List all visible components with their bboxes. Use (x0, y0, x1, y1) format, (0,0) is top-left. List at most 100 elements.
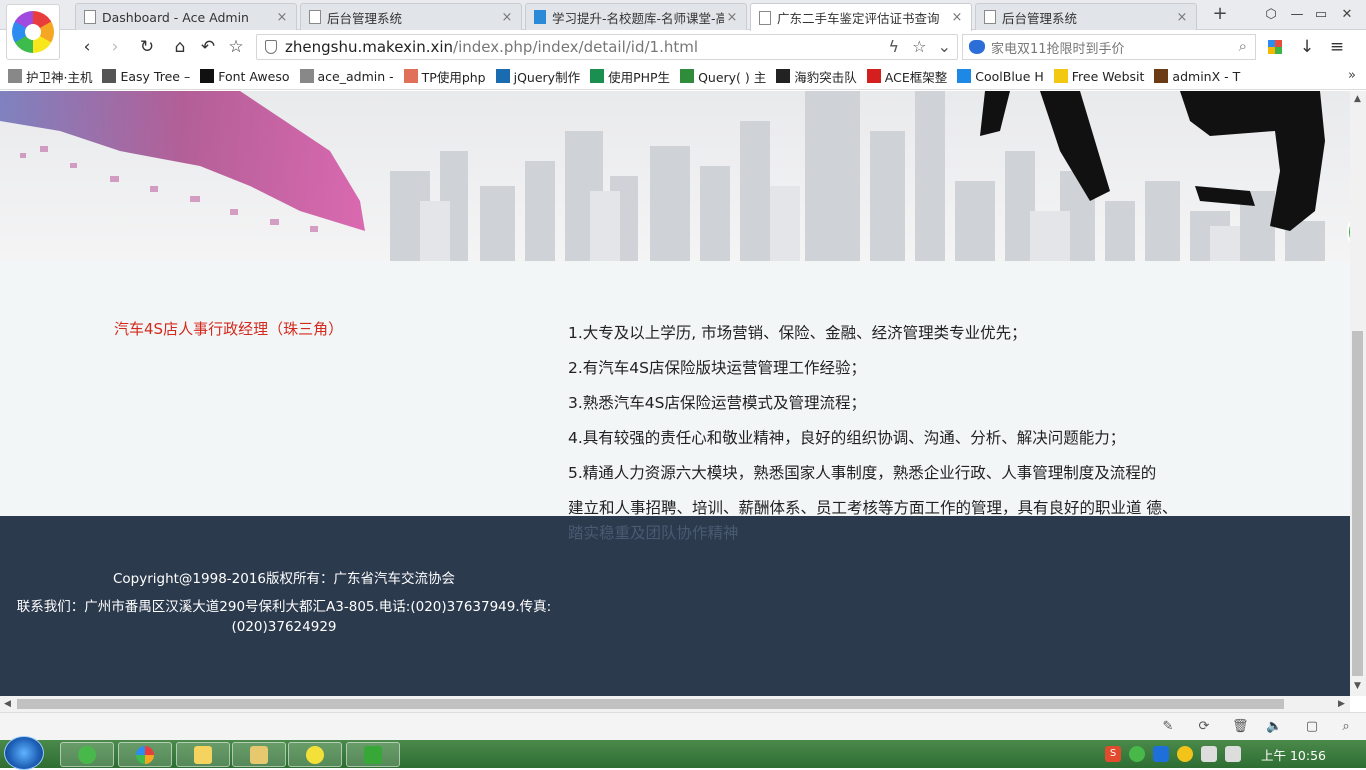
security-tray-icon[interactable] (1177, 746, 1193, 762)
new-tab-button[interactable]: + (1211, 4, 1229, 24)
taskbar-notepad[interactable] (176, 742, 230, 767)
jp-icon (102, 69, 117, 83)
zoom-icon[interactable]: ⌕ (1338, 719, 1354, 735)
bookmark-item[interactable]: adminX - T (1154, 69, 1240, 84)
vertical-scroll-thumb[interactable] (1352, 331, 1363, 676)
taskbar-browser[interactable] (118, 742, 172, 767)
contact-info: 联系我们：广州市番禺区汉溪大道290号保利大都汇A3-805.电话:(020)3… (16, 599, 552, 635)
bookmark-item[interactable]: ACE框架整 (866, 67, 947, 86)
close-icon[interactable]: × (499, 10, 515, 25)
requirements-list: 1.大专及以上学历, 市场营销、保险、金融、经济管理类专业优先； 2.有汽车4S… (568, 316, 1288, 526)
bookmark-item[interactable]: CoolBlue H (957, 69, 1044, 84)
bookmark-item[interactable]: jQuery制作 (495, 67, 580, 86)
start-button[interactable] (4, 736, 44, 770)
vertical-scrollbar[interactable]: ▲ ▼ (1350, 91, 1366, 696)
trash-icon[interactable]: 🗑 (1232, 719, 1249, 735)
horizontal-scroll-thumb[interactable] (17, 699, 1284, 709)
bookmark-label: Free Websit (1071, 68, 1145, 84)
back-icon[interactable]: ‹ (76, 36, 98, 58)
scroll-down-icon[interactable]: ▼ (1354, 681, 1361, 691)
taskbar-editor[interactable] (346, 742, 400, 767)
browser-logo-icon[interactable] (6, 4, 60, 60)
tab-dashboard[interactable]: Dashboard - Ace Admin × (75, 3, 297, 30)
bookmark-item[interactable]: 使用PHP生 (590, 67, 670, 86)
tp-icon (403, 69, 418, 83)
maximize-icon[interactable]: ▭ (1312, 6, 1330, 24)
tab-study[interactable]: 学习提升-名校题库-名师课堂-高 × (525, 3, 747, 30)
close-icon[interactable]: × (274, 10, 290, 25)
window-icon[interactable]: ▢ (1304, 719, 1320, 735)
page-icon (84, 10, 96, 24)
bookmark-label: 使用PHP生 (608, 69, 671, 85)
bookmark-item[interactable]: TP使用php (403, 67, 486, 86)
wechat-tray-icon[interactable] (1129, 746, 1145, 762)
requirement-item: 4.具有较强的责任心和敬业精神，良好的组织协调、沟通、分析、解决问题能力； (568, 429, 1126, 447)
taskbar-app[interactable] (288, 742, 342, 767)
tab-certificate-query[interactable]: 广东二手车鉴定评估证书查询 × (750, 3, 972, 31)
bookmark-label: Easy Tree – (120, 68, 191, 84)
forward-icon[interactable]: › (104, 36, 126, 58)
window-close-icon[interactable]: ✕ (1338, 6, 1356, 24)
tab-admin-system-2[interactable]: 后台管理系统 × (975, 3, 1197, 30)
tab-title: 广东二手车鉴定评估证书查询 (777, 11, 940, 26)
bookmark-item[interactable]: ace_admin - (299, 69, 394, 84)
reload-icon[interactable]: ↻ (136, 36, 158, 58)
sogou-icon[interactable]: S (1105, 746, 1121, 762)
search-icon[interactable]: ⌕ (1239, 37, 1247, 55)
bookmark-label: CoolBlue H (975, 68, 1044, 84)
bookmark-star-icon[interactable]: ☆ (225, 36, 247, 58)
taskbar-explorer[interactable] (232, 742, 286, 767)
s-icon (1053, 69, 1068, 83)
url-text[interactable]: zhengshu.makexin.xin/index.php/index/det… (285, 38, 698, 56)
taskbar-wechat[interactable] (60, 742, 114, 767)
close-icon[interactable]: × (1174, 10, 1190, 25)
network-icon[interactable] (1201, 746, 1217, 762)
pin-icon[interactable]: ✎ (1160, 719, 1176, 735)
address-bar[interactable]: zhengshu.makexin.xin/index.php/index/det… (256, 34, 958, 60)
volume-mute-icon[interactable] (1225, 746, 1241, 762)
lightning-icon[interactable]: ϟ (889, 37, 900, 56)
editor-icon (364, 745, 382, 764)
dropdown-icon[interactable]: ⌄ (938, 37, 951, 56)
clock[interactable]: 上午 10:56 (1261, 745, 1326, 764)
tab-title: Dashboard - Ace Admin (102, 9, 249, 25)
home-icon[interactable]: ⌂ (169, 36, 191, 58)
search-box[interactable]: 家电双11抢限时到手价 ⌕ (962, 34, 1256, 60)
undo-icon[interactable]: ↶ (197, 36, 219, 58)
navigation-bar: ‹ › ↻ ⌂ ↶ ☆ zhengshu.makexin.xin/index.p… (0, 31, 1366, 63)
bookmark-item[interactable]: Easy Tree – (102, 69, 190, 84)
folder-icon (250, 745, 268, 764)
bookmarks-overflow-icon[interactable]: » (1348, 68, 1356, 83)
h-icon (590, 69, 605, 83)
tab-admin-system[interactable]: 后台管理系统 × (300, 3, 522, 30)
page-icon (984, 10, 996, 24)
c-icon (866, 69, 881, 83)
scroll-left-icon[interactable]: ◀ (4, 699, 11, 709)
bookmark-item[interactable]: Query( ) 主 (680, 67, 766, 86)
scroll-right-icon[interactable]: ▶ (1338, 699, 1345, 709)
requirement-item: 3.熟悉汽车4S店保险运营模式及管理流程； (568, 394, 866, 412)
bookmark-item[interactable]: Free Websit (1053, 68, 1145, 84)
volume-icon[interactable]: 🔈 (1266, 719, 1282, 735)
mail-icon[interactable] (1153, 746, 1169, 762)
menu-icon[interactable]: ≡ (1326, 36, 1348, 58)
bookmark-item[interactable]: Font Aweso (200, 69, 290, 84)
refresh-circle-icon[interactable]: ⟳ (1196, 719, 1212, 735)
security-shield-icon[interactable] (265, 40, 277, 54)
skin-icon[interactable]: ⬡ (1262, 6, 1280, 24)
bookmark-item[interactable]: 海豹突击队 (776, 67, 857, 86)
bookmark-item[interactable]: 护卫神·主机 (8, 67, 92, 86)
page-icon (759, 10, 771, 25)
copyright-text: Copyright@1998-2016版权所有：广东省汽车交流协会 (112, 571, 456, 587)
page-footer: 踏实稳重及团队协作精神 Copyright@1998-2016版权所有：广东省汽… (0, 516, 1350, 696)
download-icon[interactable]: ↓ (1296, 36, 1318, 58)
close-icon[interactable]: × (949, 10, 965, 25)
favorite-icon[interactable]: ☆ (912, 37, 926, 56)
minimize-icon[interactable]: — (1288, 6, 1306, 24)
ql-icon (680, 69, 695, 83)
scroll-up-icon[interactable]: ▲ (1354, 94, 1361, 104)
tab-bar: Dashboard - Ace Admin × 后台管理系统 × 学习提升-名校… (0, 0, 1366, 60)
close-icon[interactable]: × (724, 10, 740, 25)
horizontal-scrollbar[interactable]: ◀ ▶ (0, 696, 1350, 712)
apps-grid-icon[interactable] (1264, 36, 1286, 58)
